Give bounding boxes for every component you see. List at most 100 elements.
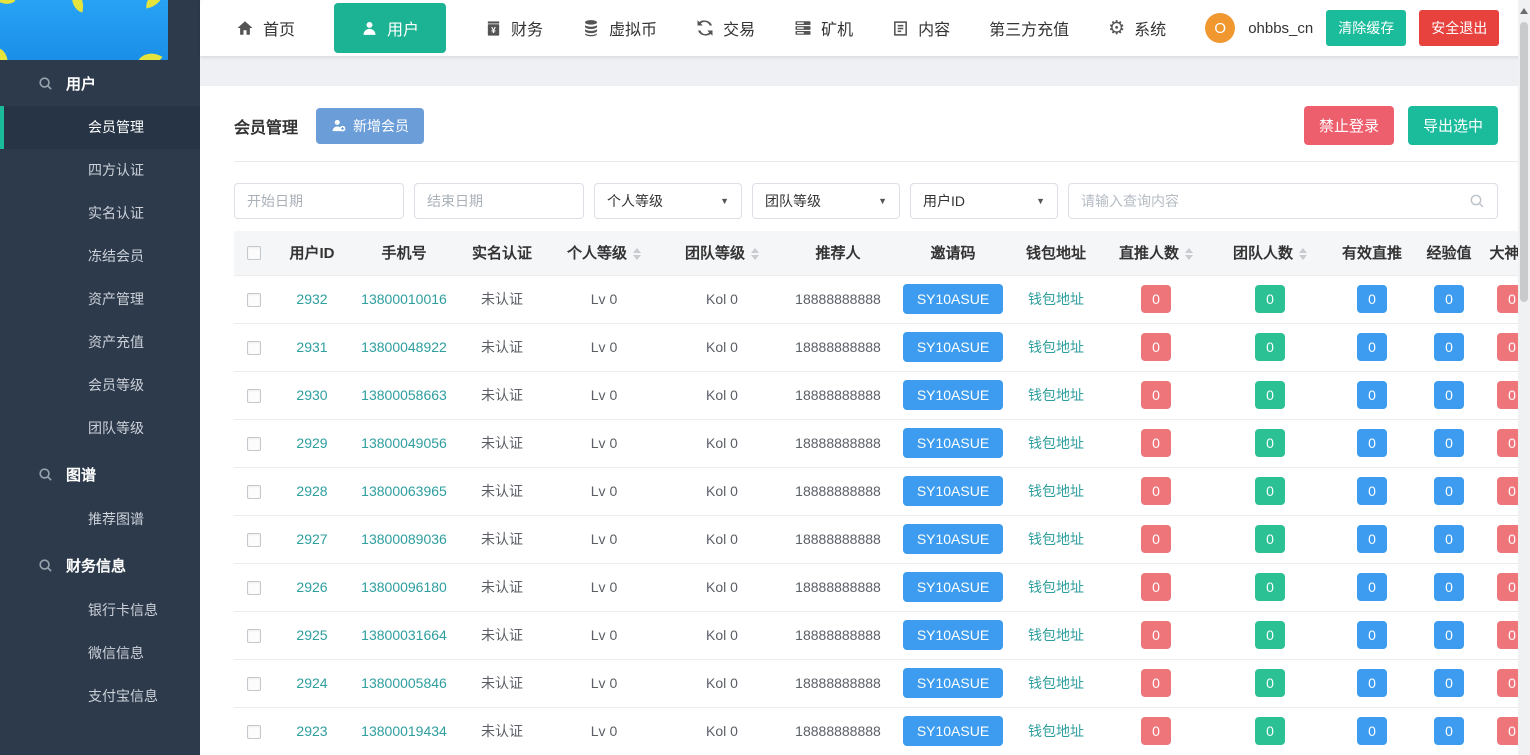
sidebar-item-member-level[interactable]: 会员等级 [0,364,200,407]
exp-badge[interactable]: 0 [1434,717,1464,745]
end-date-input[interactable]: 结束日期 [414,183,584,219]
row-checkbox[interactable] [247,485,261,499]
sort-icon[interactable] [1185,248,1193,260]
invite-code-button[interactable]: SY10ASUE [903,524,1003,554]
sidebar-item-asset-management[interactable]: 资产管理 [0,278,200,321]
team-count-badge[interactable]: 0 [1255,669,1285,697]
search-field-select[interactable]: 用户ID ▼ [910,183,1058,219]
wallet-address-link[interactable]: 钱包地址 [1028,675,1084,691]
wallet-address-link[interactable]: 钱包地址 [1028,339,1084,355]
col-personal-level[interactable]: 个人等级 [546,231,662,275]
cell-phone[interactable]: 13800010016 [350,275,458,323]
nav-item-third-party-recharge[interactable]: 第三方充值 [989,16,1069,40]
nav-item-trade[interactable]: 交易 [696,16,755,40]
nav-item-miner[interactable]: 矿机 [794,16,853,40]
select-all-checkbox[interactable] [247,246,261,260]
sidebar-item-member-management[interactable]: 会员管理 [0,106,200,149]
exp-badge[interactable]: 0 [1434,621,1464,649]
wallet-address-link[interactable]: 钱包地址 [1028,483,1084,499]
cell-phone[interactable]: 13800019434 [350,707,458,755]
valid-direct-badge[interactable]: 0 [1357,429,1387,457]
cell-phone[interactable]: 13800031664 [350,611,458,659]
scrollbar-thumb[interactable] [1520,22,1528,302]
sidebar-item-asset-recharge[interactable]: 资产充值 [0,321,200,364]
direct-count-badge[interactable]: 0 [1141,381,1171,409]
team-level-select[interactable]: 团队等级 ▼ [752,183,900,219]
valid-direct-badge[interactable]: 0 [1357,333,1387,361]
invite-code-button[interactable]: SY10ASUE [903,716,1003,746]
cell-user-id[interactable]: 2927 [274,515,350,563]
search-input[interactable]: 请输入查询内容 [1068,183,1498,219]
valid-direct-badge[interactable]: 0 [1357,669,1387,697]
team-count-badge[interactable]: 0 [1255,333,1285,361]
team-count-badge[interactable]: 0 [1255,429,1285,457]
wallet-address-link[interactable]: 钱包地址 [1028,387,1084,403]
team-count-badge[interactable]: 0 [1255,477,1285,505]
valid-direct-badge[interactable]: 0 [1357,573,1387,601]
direct-count-badge[interactable]: 0 [1141,477,1171,505]
cell-phone[interactable]: 13800089036 [350,515,458,563]
sidebar-item-wechat-info[interactable]: 微信信息 [0,632,200,675]
exp-badge[interactable]: 0 [1434,429,1464,457]
nav-item-home[interactable]: 首页 [236,16,295,40]
sidebar-item-sifang-auth[interactable]: 四方认证 [0,149,200,192]
row-checkbox[interactable] [247,677,261,691]
valid-direct-badge[interactable]: 0 [1357,477,1387,505]
export-selected-button[interactable]: 导出选中 [1408,106,1498,145]
nav-item-system[interactable]: ⚙ 系统 [1108,16,1166,40]
cell-user-id[interactable]: 2925 [274,611,350,659]
invite-code-button[interactable]: SY10ASUE [903,428,1003,458]
cell-user-id[interactable]: 2932 [274,275,350,323]
col-direct-count[interactable]: 直推人数 [1100,231,1212,275]
cell-user-id[interactable]: 2924 [274,659,350,707]
team-count-badge[interactable]: 0 [1255,525,1285,553]
wallet-address-link[interactable]: 钱包地址 [1028,723,1084,739]
invite-code-button[interactable]: SY10ASUE [903,620,1003,650]
row-checkbox[interactable] [247,629,261,643]
cell-user-id[interactable]: 2928 [274,467,350,515]
search-icon[interactable] [1469,193,1485,209]
direct-count-badge[interactable]: 0 [1141,621,1171,649]
row-checkbox[interactable] [247,293,261,307]
valid-direct-badge[interactable]: 0 [1357,381,1387,409]
invite-code-button[interactable]: SY10ASUE [903,332,1003,362]
sidebar-item-referral-graph[interactable]: 推荐图谱 [0,498,200,541]
direct-count-badge[interactable]: 0 [1141,669,1171,697]
invite-code-button[interactable]: SY10ASUE [903,572,1003,602]
wallet-address-link[interactable]: 钱包地址 [1028,435,1084,451]
row-checkbox[interactable] [247,341,261,355]
cell-phone[interactable]: 13800005846 [350,659,458,707]
cell-phone[interactable]: 13800049056 [350,419,458,467]
cell-phone[interactable]: 13800096180 [350,563,458,611]
sort-icon[interactable] [633,248,641,260]
start-date-input[interactable]: 开始日期 [234,183,404,219]
forbid-login-button[interactable]: 禁止登录 [1304,106,1394,145]
team-count-badge[interactable]: 0 [1255,285,1285,313]
direct-count-badge[interactable]: 0 [1141,285,1171,313]
row-checkbox[interactable] [247,437,261,451]
sidebar-item-frozen-members[interactable]: 冻结会员 [0,235,200,278]
sidebar-item-bankcard-info[interactable]: 银行卡信息 [0,589,200,632]
invite-code-button[interactable]: SY10ASUE [903,284,1003,314]
exp-badge[interactable]: 0 [1434,525,1464,553]
personal-level-select[interactable]: 个人等级 ▼ [594,183,742,219]
invite-code-button[interactable]: SY10ASUE [903,668,1003,698]
wallet-address-link[interactable]: 钱包地址 [1028,579,1084,595]
team-count-badge[interactable]: 0 [1255,573,1285,601]
cell-user-id[interactable]: 2923 [274,707,350,755]
avatar[interactable]: O [1205,13,1235,43]
vertical-scrollbar[interactable] [1518,0,1530,755]
direct-count-badge[interactable]: 0 [1141,333,1171,361]
exp-badge[interactable]: 0 [1434,669,1464,697]
direct-count-badge[interactable]: 0 [1141,573,1171,601]
nav-item-user[interactable]: 用户 [334,3,446,53]
exp-badge[interactable]: 0 [1434,573,1464,601]
sort-icon[interactable] [751,248,759,260]
invite-code-button[interactable]: SY10ASUE [903,476,1003,506]
team-count-badge[interactable]: 0 [1255,381,1285,409]
nav-item-virtual-coin[interactable]: 虚拟币 [582,16,657,40]
row-checkbox[interactable] [247,533,261,547]
team-count-badge[interactable]: 0 [1255,717,1285,745]
clear-cache-button[interactable]: 清除缓存 [1326,10,1406,46]
valid-direct-badge[interactable]: 0 [1357,285,1387,313]
